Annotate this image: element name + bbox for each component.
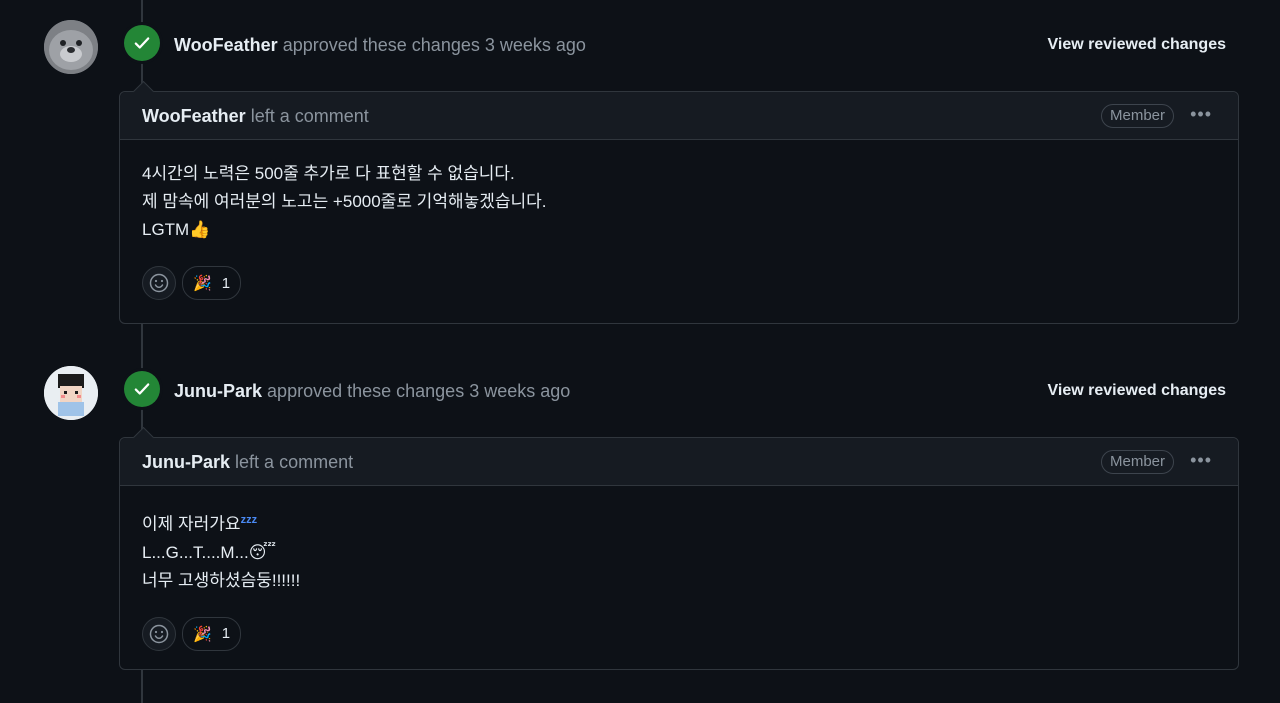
comment-line: 4시간의 노력은 500줄 추가로 다 표현할 수 없습니다.: [142, 164, 515, 183]
view-reviewed-changes-link[interactable]: View reviewed changes: [1048, 382, 1226, 400]
comment-card: Junu-Park left a comment Member ••• 이제 자…: [119, 426, 1239, 673]
comment-author[interactable]: Junu-Park: [142, 452, 230, 472]
comment-body: 4시간의 노력은 500줄 추가로 다 표현할 수 없습니다. 제 맘속에 여러…: [120, 140, 1238, 322]
reviewer-name[interactable]: WooFeather: [174, 35, 278, 55]
smiley-icon: [149, 624, 169, 643]
avatar[interactable]: [44, 366, 98, 420]
add-reaction-button[interactable]: [142, 616, 176, 651]
check-icon: [124, 371, 160, 407]
comment-author[interactable]: WooFeather: [142, 106, 246, 126]
tada-reaction-button[interactable]: 🎉 1: [182, 266, 242, 300]
zzz-emoji: zzz: [240, 514, 258, 526]
comment-action: left a comment: [235, 452, 354, 472]
reactions-bar: 🎉 1: [142, 266, 1216, 300]
comment-line: 너무 고생하셨슴둥!!!!!!: [142, 570, 301, 590]
add-reaction-button[interactable]: [142, 266, 176, 300]
comment-author-line: WooFeather left a comment: [142, 106, 369, 127]
review-headline: Junu-Park approved these changes 3 weeks…: [174, 381, 570, 402]
comment-line: 이제 자러가요zzz: [142, 506, 1216, 539]
review-action: approved these changes: [282, 35, 480, 55]
comment-line: LGTM👍: [142, 220, 211, 239]
comment-line-text: 이제 자러가요: [142, 514, 241, 534]
view-reviewed-changes-link[interactable]: View reviewed changes: [1048, 36, 1226, 54]
comment-card: WooFeather left a comment Member ••• 4시간…: [119, 80, 1239, 324]
kebab-horizontal-icon[interactable]: •••: [1190, 104, 1212, 124]
reaction-count: 1: [221, 274, 231, 292]
comment-line: L...G...T....M...😴: [142, 542, 277, 562]
tada-emoji: 🎉: [193, 625, 212, 643]
review-time[interactable]: 3 weeks ago: [485, 35, 586, 55]
member-badge: Member: [1100, 450, 1174, 474]
review-time[interactable]: 3 weeks ago: [469, 381, 570, 401]
comment-header: WooFeather left a comment Member •••: [120, 92, 1238, 140]
comment-header: Junu-Park left a comment Member •••: [120, 438, 1238, 486]
comment-author-line: Junu-Park left a comment: [142, 452, 353, 473]
reactions-bar: 🎉 1: [142, 616, 1216, 651]
check-icon: [124, 25, 160, 61]
comment-line: 제 맘속에 여러분의 노고는 +5000줄로 기억해놓겠습니다.: [142, 192, 547, 211]
comment-body: 이제 자러가요zzz L...G...T....M...😴 너무 고생하셨슴둥!…: [120, 486, 1238, 673]
comment-action: left a comment: [250, 106, 369, 126]
review-headline: WooFeather approved these changes 3 week…: [174, 35, 586, 56]
tada-reaction-button[interactable]: 🎉 1: [182, 616, 242, 651]
avatar[interactable]: [44, 20, 98, 74]
review-action: approved these changes: [267, 381, 465, 401]
member-badge: Member: [1100, 104, 1174, 128]
reaction-count: 1: [221, 625, 231, 643]
smiley-icon: [149, 273, 169, 293]
tada-emoji: 🎉: [193, 275, 212, 292]
reviewer-name[interactable]: Junu-Park: [174, 381, 262, 401]
kebab-horizontal-icon[interactable]: •••: [1190, 450, 1212, 470]
